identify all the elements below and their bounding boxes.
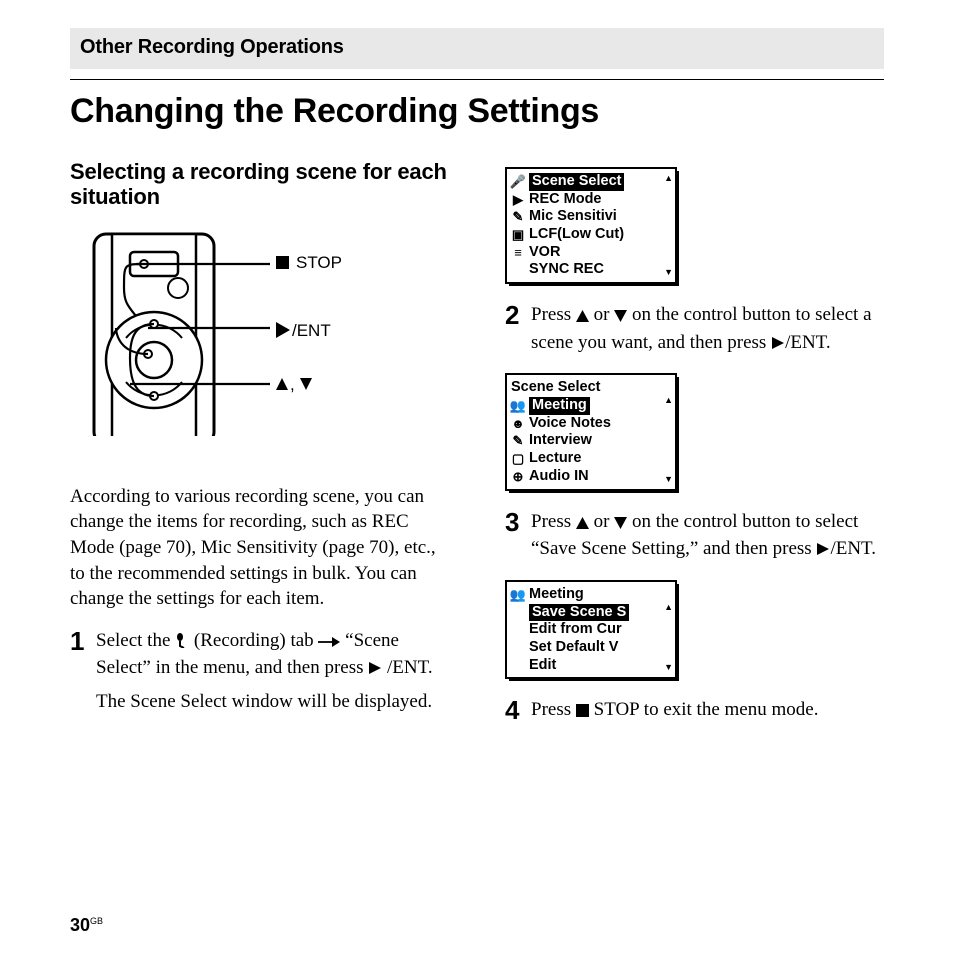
arrow-right-icon [318, 630, 340, 656]
lcd3-title: Meeting [529, 586, 584, 604]
lcd1-row: VOR [529, 244, 560, 262]
lcd1-row: REC Mode [529, 191, 602, 209]
lcd3-row: Edit [529, 657, 556, 675]
lcd2-row: Audio IN [529, 468, 589, 486]
lcd3-selected: Save Scene S [529, 604, 629, 622]
subheading: Selecting a recording scene for each sit… [70, 159, 449, 210]
svg-text:,: , [290, 375, 295, 394]
step-number: 1 [70, 628, 90, 654]
step-number: 4 [505, 697, 525, 723]
lcd2-row: Lecture [529, 450, 581, 468]
scroll-down-icon: ▼ [664, 662, 673, 673]
lcd2-row: Voice Notes [529, 415, 611, 433]
lcd-screen-1: ▲ 🎤Scene Select ▶REC Mode ✎Mic Sensitivi… [505, 167, 677, 284]
step-1: 1 Select the (Recording) tab “Scene Sele… [70, 628, 449, 721]
audio-in-icon: ⊕ [511, 469, 525, 485]
step1-text-b: (Recording) tab [194, 630, 319, 651]
microphone-icon [175, 630, 189, 656]
page-title: Changing the Recording Settings [70, 92, 884, 131]
lcd2-selected: Meeting [529, 397, 590, 415]
right-column: ▲ 🎤Scene Select ▶REC Mode ✎Mic Sensitivi… [505, 159, 884, 741]
step-number: 2 [505, 302, 525, 328]
step-4: 4 Press STOP to exit the menu mode. [505, 697, 884, 731]
intro-paragraph: According to various recording scene, yo… [70, 484, 449, 612]
lcd1-row: LCF(Low Cut) [529, 226, 624, 244]
step-2: 2 Press or on the control button to sele… [505, 302, 884, 363]
step1-text-d: /ENT. [387, 657, 433, 678]
lecture-icon: ▢ [511, 451, 525, 467]
horizontal-rule [70, 79, 884, 80]
section-label: Other Recording Operations [80, 36, 874, 59]
lcd3-row: Edit from Cur [529, 621, 622, 639]
header-band: Other Recording Operations [70, 28, 884, 69]
play-icon [816, 538, 830, 564]
page-number: 30 [70, 915, 90, 935]
step-body: Press STOP to exit the menu mode. [531, 697, 884, 731]
step-body: Select the (Recording) tab “Scene Select… [96, 628, 449, 721]
step-body: Press or on the control button to select… [531, 302, 884, 363]
lcd1-selected: Scene Select [529, 173, 624, 191]
scroll-down-icon: ▼ [664, 267, 673, 278]
play-icon [368, 657, 382, 683]
display-icon: ▣ [511, 227, 525, 243]
lcd-screen-2: Scene Select ▲ 👥Meeting ☻Voice Notes ✎In… [505, 373, 677, 490]
lcd-screen-3: 👥Meeting ▲ Save Scene S Edit from Cur Se… [505, 580, 677, 679]
pencil-icon: ✎ [511, 209, 525, 225]
scroll-down-icon: ▼ [664, 474, 673, 485]
step4-a: Press [531, 699, 576, 720]
settings-icon: ≡ [511, 245, 525, 261]
down-triangle-icon [614, 511, 627, 537]
lcd2-row: Interview [529, 432, 592, 450]
manual-page: Other Recording Operations Changing the … [0, 0, 954, 954]
lcd1-row: SYNC REC [529, 261, 604, 279]
step3-a: Press [531, 511, 576, 532]
scroll-up-icon: ▲ [664, 173, 673, 184]
columns: Selecting a recording scene for each sit… [70, 159, 884, 741]
step4-b: STOP to exit the menu mode. [594, 699, 819, 720]
step3-b: or [594, 511, 615, 532]
region-code: GB [90, 916, 103, 926]
step1-text-a: Select the [96, 630, 175, 651]
step2-a: Press [531, 304, 576, 325]
pencil-icon: ✎ [511, 433, 525, 449]
svg-text:/ENT: /ENT [292, 321, 331, 340]
voice-icon: ☻ [511, 416, 525, 432]
up-triangle-icon [576, 304, 589, 330]
step-number: 3 [505, 509, 525, 535]
play-icon [771, 332, 785, 358]
step2-d: /ENT. [785, 332, 831, 353]
play-icon: ▶ [511, 192, 525, 208]
meeting-icon: 👥 [511, 398, 525, 414]
step1-sub: The Scene Select window will be displaye… [96, 689, 449, 715]
stop-square-icon [576, 699, 589, 725]
step3-d: /ENT. [830, 538, 876, 559]
up-triangle-icon [576, 511, 589, 537]
page-footer: 30GB [70, 915, 103, 936]
left-column: Selecting a recording scene for each sit… [70, 159, 449, 741]
step-body: Press or on the control button to select… [531, 509, 884, 570]
device-diagram: STOP /ENT , [74, 228, 449, 458]
lcd2-title: Scene Select [511, 379, 600, 397]
down-triangle-icon [614, 304, 627, 330]
scroll-up-icon: ▲ [664, 602, 673, 613]
step2-b: or [594, 304, 615, 325]
scroll-up-icon: ▲ [664, 395, 673, 406]
svg-text:STOP: STOP [296, 253, 342, 272]
lcd3-row: Set Default V [529, 639, 618, 657]
lcd1-row: Mic Sensitivi [529, 208, 617, 226]
meeting-icon: 👥 [511, 587, 525, 603]
step-3: 3 Press or on the control button to sele… [505, 509, 884, 570]
microphone-icon: 🎤 [511, 174, 525, 190]
